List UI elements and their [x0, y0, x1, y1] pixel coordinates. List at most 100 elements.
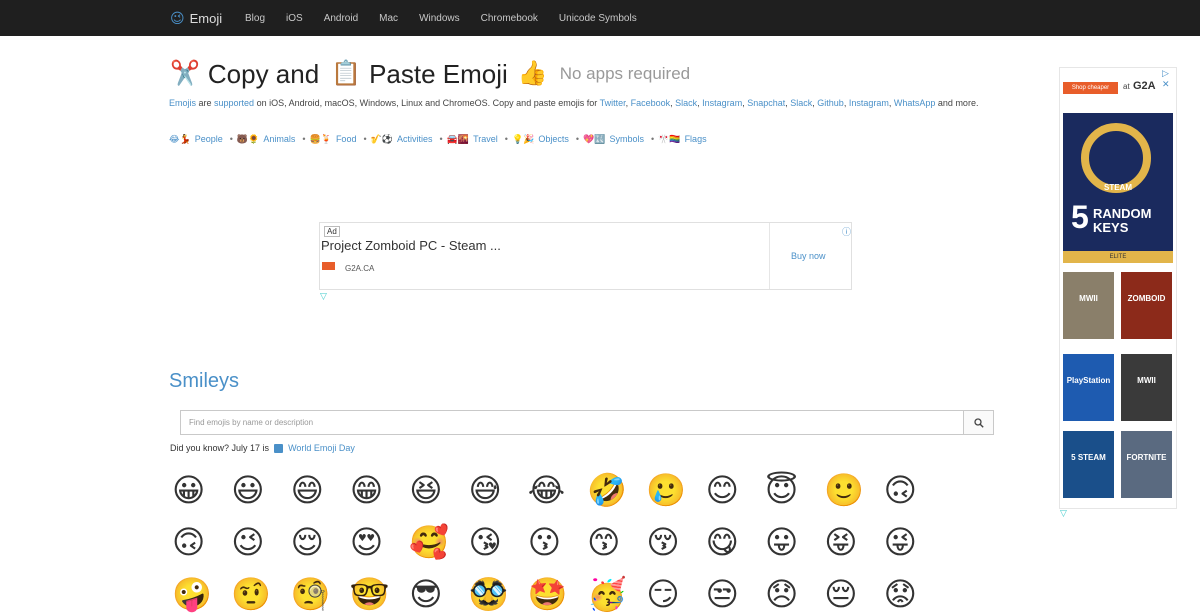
calendar-icon	[274, 443, 284, 453]
brand-link[interactable]: 😉 Emoji	[170, 0, 222, 36]
emoji-smiling-hearts[interactable]: 🥰	[409, 522, 468, 562]
category-people[interactable]: 😂💃 People	[169, 134, 223, 144]
emoji-star-struck[interactable]: 🤩	[528, 574, 587, 614]
emoji-kissing-smiling-eyes[interactable]: 😙	[587, 522, 646, 562]
category-activities[interactable]: 🎷⚽ Activities	[371, 134, 433, 144]
emoji-grinning-smiling-eyes[interactable]: 😄	[291, 470, 350, 510]
platform-link-github[interactable]: Github	[817, 98, 844, 108]
title-subtitle: No apps required	[559, 64, 691, 83]
platform-link-facebook[interactable]: Facebook	[631, 98, 671, 108]
adchoices-icon[interactable]: ▽	[320, 291, 327, 302]
sidebar-adchoices-icon[interactable]: ▽	[1060, 508, 1067, 519]
emoji-squinting-face[interactable]: 😆	[409, 470, 468, 510]
emoji-kissing-face[interactable]: 😗	[528, 522, 587, 562]
emoji-smiling-face[interactable]: 😊	[706, 470, 765, 510]
platform-link-twitter[interactable]: Twitter	[600, 98, 626, 108]
emoji-winking-tongue[interactable]: 😜	[884, 522, 943, 562]
nav-link-ios[interactable]: iOS	[286, 13, 303, 24]
emoji-nerd-face[interactable]: 🤓	[350, 574, 409, 614]
emoji-winking-face[interactable]: 😉	[231, 522, 290, 562]
emojis-link[interactable]: Emojis	[169, 98, 196, 108]
sidebar-ad[interactable]: ▷ ✕ Shop cheaper at G2A STEAM 5 RANDOM K…	[1059, 67, 1177, 509]
emoji-slightly-smiling[interactable]: 🙂	[824, 470, 883, 510]
emoji-partying-face[interactable]: 🥳	[587, 574, 646, 614]
game-tile-mwii-2[interactable]: MWII	[1121, 354, 1172, 421]
game-tile-steam[interactable]: 5 STEAM	[1063, 431, 1114, 498]
emoji-smirking-face[interactable]: 😏	[646, 574, 705, 614]
emoji-pensive-face[interactable]: 😔	[824, 574, 883, 614]
category-flags[interactable]: 🎌🏳️‍🌈 Flags	[658, 134, 706, 144]
emoji-zany-face[interactable]: 🤪	[172, 574, 231, 614]
steam-random-keys-card[interactable]: STEAM 5 RANDOM KEYS ELITE	[1063, 113, 1173, 263]
emoji-heart-eyes[interactable]: 😍	[350, 522, 409, 562]
platform-link-whatsapp[interactable]: WhatsApp	[894, 98, 936, 108]
ad-close-icon[interactable]: ▷ ✕	[1162, 68, 1176, 90]
emoji-blowing-kiss[interactable]: 😘	[468, 522, 527, 562]
intro-text: Emojis are supported on iOS, Android, ma…	[169, 98, 979, 108]
emoji-savoring-food[interactable]: 😋	[706, 522, 765, 562]
separator: •	[575, 134, 580, 144]
category-label: Flags	[684, 134, 707, 144]
world-emoji-day-link[interactable]: World Emoji Day	[288, 443, 355, 453]
nav-link-chromebook[interactable]: Chromebook	[481, 13, 538, 24]
emoji-sunglasses-face[interactable]: 😎	[409, 574, 468, 614]
emoji-squinting-tongue[interactable]: 😝	[824, 522, 883, 562]
objects-icon: 💡🎉	[511, 133, 535, 144]
emoji-worried-face[interactable]: 😟	[884, 574, 943, 614]
category-animals[interactable]: 🐻🌻 Animals	[237, 134, 295, 144]
tile-label: ZOMBOID	[1127, 294, 1166, 303]
emoji-smiling-tear[interactable]: 🥲	[646, 470, 705, 510]
emoji-tears-of-joy[interactable]: 😂	[528, 470, 587, 510]
emoji-search-input[interactable]	[180, 410, 972, 435]
separator: •	[363, 134, 367, 144]
emoji-tongue-face[interactable]: 😛	[765, 522, 824, 562]
platform-link-instagram[interactable]: Instagram	[702, 98, 742, 108]
nav-link-android[interactable]: Android	[324, 13, 358, 24]
supported-link[interactable]: supported	[214, 98, 254, 108]
emoji-grinning-face[interactable]: 😀	[172, 470, 231, 510]
steam-keys-label: RANDOM KEYS	[1093, 206, 1152, 235]
emoji-grinning-big-eyes[interactable]: 😃	[231, 470, 290, 510]
emoji-rolling-laughing[interactable]: 🤣	[587, 470, 646, 510]
emoji-kissing-closed-eyes[interactable]: 😚	[646, 522, 705, 562]
category-travel[interactable]: 🚘🌇 Travel	[447, 134, 498, 144]
category-label: Objects	[538, 134, 569, 144]
emoji-beaming-face[interactable]: 😁	[350, 470, 409, 510]
ad-title[interactable]: Project Zomboid PC - Steam ...	[321, 238, 501, 253]
category-objects[interactable]: 💡🎉 Objects	[512, 134, 569, 144]
ad-info-icon[interactable]: ⓘ	[842, 225, 851, 238]
nav-link-unicode-symbols[interactable]: Unicode Symbols	[559, 13, 637, 24]
emoji-upside-down-2[interactable]: 🙃	[172, 522, 231, 562]
category-label: Activities	[397, 134, 433, 144]
ad-banner[interactable]: Ad Project Zomboid PC - Steam ... G2A.CA…	[319, 222, 852, 290]
emoji-disappointed-face[interactable]: 😞	[765, 574, 824, 614]
emoji-monocle-face[interactable]: 🧐	[291, 574, 350, 614]
emoji-halo-face[interactable]: 😇	[765, 470, 824, 510]
emoji-relieved-face[interactable]: 😌	[291, 522, 350, 562]
g2a-logo: G2A	[1133, 80, 1156, 92]
nav-link-mac[interactable]: Mac	[379, 13, 398, 24]
game-tile-mwii[interactable]: MWII	[1063, 272, 1114, 339]
search-button[interactable]	[963, 410, 994, 435]
category-food[interactable]: 🍔🍹 Food	[310, 134, 357, 144]
emoji-upside-down[interactable]: 🙃	[884, 470, 943, 510]
tile-label: FORTNITE	[1126, 453, 1167, 462]
platform-link-snapchat[interactable]: Snapchat	[747, 98, 785, 108]
game-tile-fortnite[interactable]: FORTNITE	[1121, 431, 1172, 498]
nav-link-windows[interactable]: Windows	[419, 13, 460, 24]
platform-link-slack-2[interactable]: Slack	[790, 98, 812, 108]
category-symbols[interactable]: 💖🔣 Symbols	[583, 134, 644, 144]
emoji-raised-eyebrow[interactable]: 🤨	[231, 574, 290, 614]
emoji-disguised-face[interactable]: 🥸	[468, 574, 527, 614]
game-tile-playstation[interactable]: PlayStation	[1063, 354, 1114, 421]
tile-label: 5 STEAM	[1071, 453, 1106, 462]
shop-cheaper-button[interactable]: Shop cheaper	[1063, 82, 1118, 94]
nav-link-blog[interactable]: Blog	[245, 13, 265, 24]
platform-link-instagram-2[interactable]: Instagram	[849, 98, 889, 108]
game-tile-zomboid[interactable]: ZOMBOID	[1121, 272, 1172, 339]
symbols-icon: 💖🔣	[583, 133, 606, 144]
emoji-grinning-sweat[interactable]: 😅	[468, 470, 527, 510]
platform-link-slack[interactable]: Slack	[675, 98, 697, 108]
ad-buy-now-button[interactable]: Buy now	[791, 251, 826, 261]
emoji-unamused-face[interactable]: 😒	[706, 574, 765, 614]
